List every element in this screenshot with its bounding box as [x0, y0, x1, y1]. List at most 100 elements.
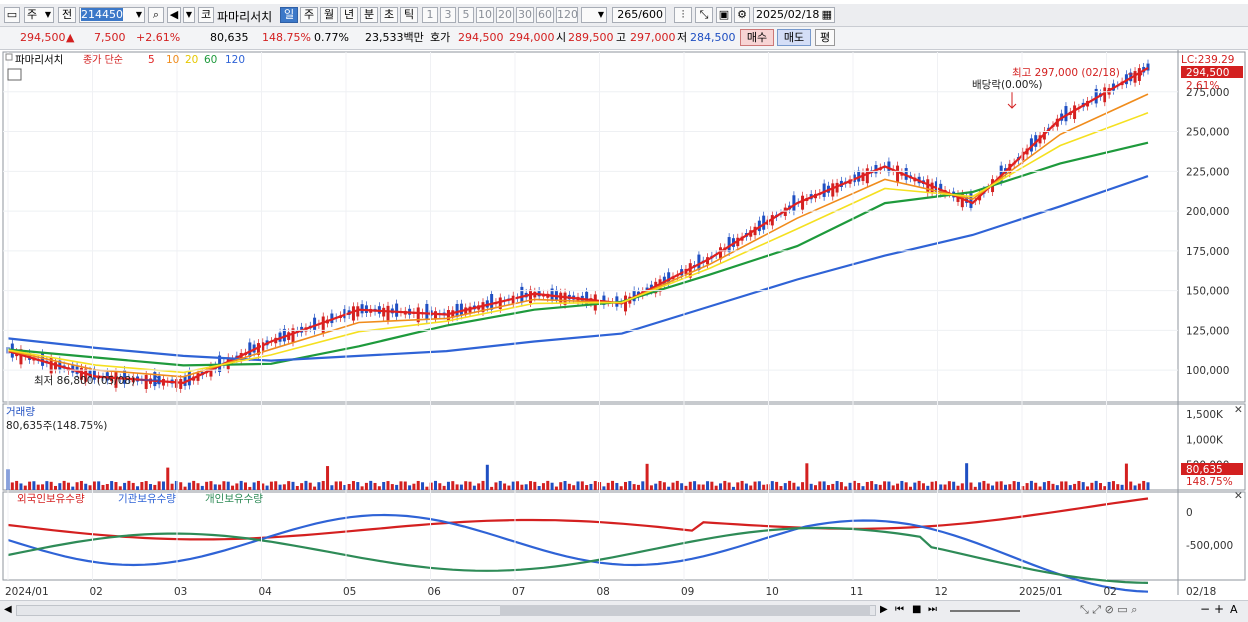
tool-icon[interactable]: ⤡ — [695, 7, 713, 23]
minute-60[interactable]: 60 — [536, 7, 554, 23]
chevron-down-icon[interactable]: ▼ — [183, 7, 195, 23]
volume-bar — [15, 480, 19, 490]
tab-minute[interactable]: 분 — [360, 7, 378, 23]
minute-20[interactable]: 20 — [496, 7, 514, 23]
volume-bar — [839, 482, 843, 490]
ma20-label: 20 — [185, 54, 198, 66]
search-icon[interactable]: ⌕ — [148, 7, 164, 23]
kor-button[interactable]: 코 — [198, 7, 214, 23]
eval-button[interactable]: 평 — [815, 29, 835, 46]
volume-bar — [459, 484, 463, 490]
tab-year[interactable]: 년 — [340, 7, 358, 23]
volume-bar — [580, 481, 584, 490]
first-icon[interactable]: ⏮ — [895, 604, 904, 615]
close-icon[interactable]: ✕ — [1234, 490, 1243, 502]
zoom-out-icon[interactable]: − — [1200, 602, 1210, 616]
volume-bar — [1077, 481, 1081, 490]
table-icon[interactable] — [7, 68, 22, 81]
volume-bar — [248, 486, 252, 490]
volume-bar — [1051, 483, 1055, 490]
volume-bar — [196, 483, 200, 490]
tab-tick[interactable]: 틱 — [400, 7, 418, 23]
candle-body — [313, 317, 317, 331]
last-icon[interactable]: ⏭ — [928, 604, 937, 615]
volume-bar — [1029, 480, 1033, 490]
up-arrow-icon: ▲ — [66, 31, 75, 44]
volume-bar — [624, 481, 627, 490]
sell-button[interactable]: 매도 — [777, 29, 811, 46]
window-icon[interactable]: ▭ — [4, 7, 20, 23]
volume-bar — [1142, 480, 1146, 490]
volume-bar — [585, 485, 589, 490]
prev-button[interactable]: 전 — [58, 7, 76, 23]
date-input[interactable]: 2025/02/18 ▦ — [753, 7, 835, 23]
volume-bar — [317, 482, 321, 490]
volume-bar — [1111, 481, 1115, 490]
lc-label: LC:239.29 — [1181, 54, 1234, 66]
volume-bar — [92, 481, 96, 490]
volume-bar — [818, 481, 822, 490]
volume-bar — [576, 481, 580, 490]
minute-10[interactable]: 10 — [476, 7, 494, 23]
zoom-in-icon[interactable]: + — [1214, 602, 1224, 616]
volume-bar — [1099, 483, 1102, 490]
save-icon[interactable]: ▣ — [716, 7, 732, 23]
draw-tools-icon[interactable]: ⤡ ⤢ ⊘ ▭ ⌕ — [1080, 603, 1137, 617]
interval-input[interactable]: ▼ — [581, 7, 607, 23]
candle-body — [179, 378, 183, 389]
y-tick-label: 225,000 — [1186, 166, 1229, 178]
minute-30[interactable]: 30 — [516, 7, 534, 23]
minute-120[interactable]: 120 — [556, 7, 578, 23]
volume-bar — [291, 481, 295, 490]
volume-bar — [313, 486, 317, 490]
volume-bar — [697, 484, 701, 490]
volume-bar — [805, 463, 809, 490]
volume-bar — [969, 482, 973, 490]
volume-bar — [947, 481, 951, 490]
buy-button[interactable]: 매수 — [740, 29, 774, 46]
tab-second[interactable]: 초 — [380, 7, 398, 23]
volume-bar — [554, 486, 558, 490]
volume-bar — [632, 484, 636, 490]
close-icon[interactable]: ✕ — [1234, 404, 1243, 416]
tab-month[interactable]: 월 — [320, 7, 338, 23]
volume-bar — [887, 481, 891, 490]
tab-week[interactable]: 주 — [300, 7, 318, 23]
market-select[interactable]: 주 ▼ — [24, 7, 54, 23]
chevron-down-icon: ▼ — [597, 10, 604, 19]
volume-bar — [796, 486, 800, 490]
stock-code-input[interactable]: 214450 ▼ — [79, 7, 145, 23]
volume-bar — [848, 482, 852, 490]
tab-day[interactable]: 일 — [280, 7, 298, 23]
volume-bar — [684, 485, 688, 490]
stock-chart[interactable]: 275,000250,000225,000200,000175,000150,0… — [0, 50, 1248, 600]
volume-bar — [127, 480, 131, 490]
auto-scale-icon[interactable]: A — [1230, 603, 1238, 616]
minute-3[interactable]: 3 — [440, 7, 456, 23]
volume-bar — [991, 485, 995, 490]
volume-bar — [123, 482, 127, 490]
stop-icon[interactable]: ■ — [912, 604, 921, 615]
gear-icon[interactable]: ⚙ — [734, 7, 750, 23]
volume-bar — [28, 481, 32, 490]
volume-bar — [831, 483, 835, 490]
chart-type-icon[interactable]: ⫶ — [674, 7, 692, 23]
minute-5[interactable]: 5 — [458, 7, 474, 23]
volume-bar — [373, 482, 377, 490]
bid-label: 호가 — [430, 31, 451, 44]
volume-bar — [105, 484, 109, 490]
volume-bar — [602, 486, 606, 490]
scroll-left-icon[interactable]: ◀ — [4, 604, 12, 615]
volume-bar — [274, 481, 278, 490]
minute-1[interactable]: 1 — [422, 7, 438, 23]
volume-bar — [472, 485, 476, 490]
count-input[interactable]: 265/600 — [612, 7, 666, 23]
candle-body — [459, 303, 463, 316]
volume-pct-axis: 148.75% — [1186, 476, 1233, 488]
volume-bar — [114, 482, 118, 490]
scroll-right-icon[interactable]: ▶ — [880, 604, 888, 615]
zoom-slider[interactable] — [950, 610, 1020, 612]
scroll-thumb[interactable] — [500, 605, 870, 616]
volume-current-axis: 80,635 — [1186, 464, 1223, 476]
speaker-icon[interactable]: ◀ — [167, 7, 181, 23]
